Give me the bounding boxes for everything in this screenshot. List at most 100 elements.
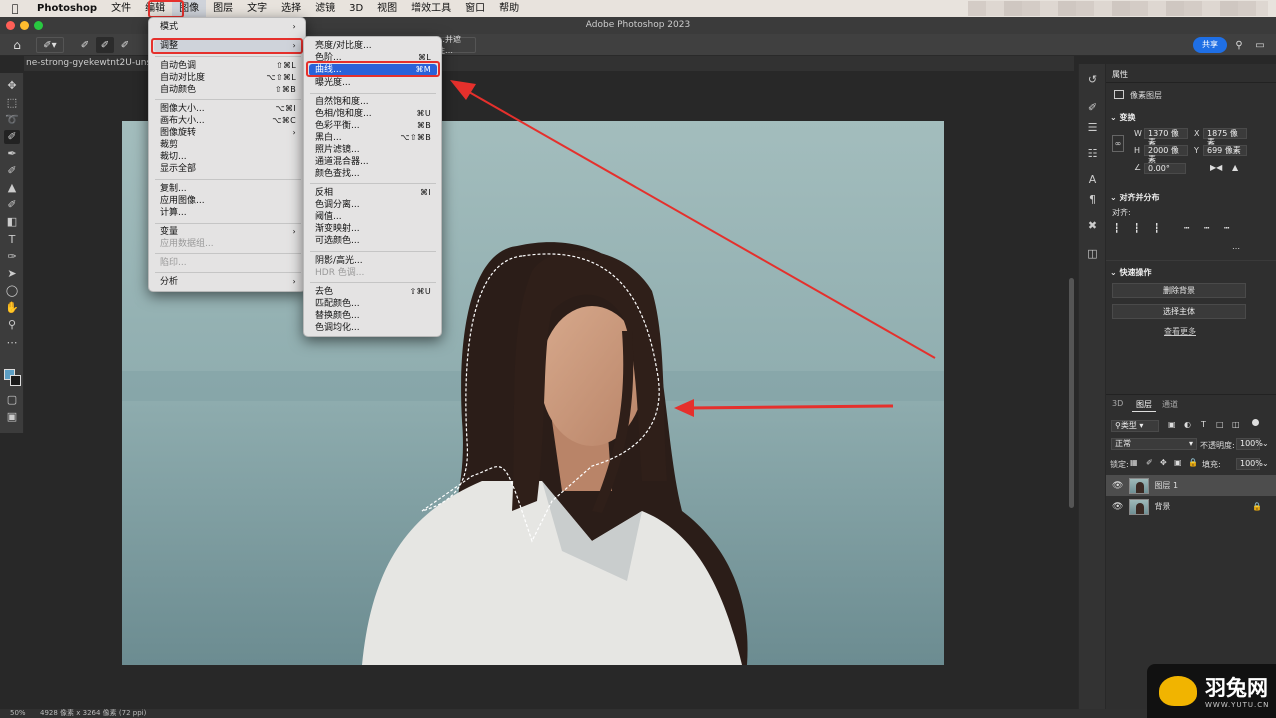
quick-actions-title[interactable]: ⌄ 快速操作 <box>1110 267 1152 278</box>
menu-item-auto-contrast[interactable]: 自动对比度 ⌥⇧⌘L <box>154 72 302 84</box>
filter-smart-icon[interactable]: ◫ <box>1232 420 1240 429</box>
layer-name[interactable]: 图层 1 <box>1154 480 1178 491</box>
tab-layers[interactable]: 图层 <box>1136 399 1152 410</box>
y-field[interactable]: 699 像素 <box>1203 145 1247 156</box>
menu-item-duplicate[interactable]: 复制... <box>154 183 302 195</box>
width-field[interactable]: 1370 像素 <box>1144 128 1188 147</box>
fill-field[interactable]: 100% <box>1236 458 1263 470</box>
menu-item-analysis[interactable]: 分析 › <box>154 276 302 288</box>
lock-image-icon[interactable]: ✐ <box>1146 458 1153 467</box>
layer-row-layer1[interactable]: 👁 图层 1 <box>1106 475 1276 496</box>
menu-item-curves[interactable]: 曲线... ⌘M <box>309 64 437 76</box>
transform-title[interactable]: ⌄ 变换 <box>1110 112 1136 123</box>
visibility-eye-icon[interactable]: 👁 <box>1112 481 1123 491</box>
filter-adjust-icon[interactable]: ◐ <box>1184 420 1191 429</box>
menu-item-equalize[interactable]: 色调均化... <box>309 322 437 334</box>
layer-row-background[interactable]: 👁 背景 🔒 <box>1106 496 1276 517</box>
menu-item-crop[interactable]: 裁剪 <box>154 139 302 151</box>
menu-item-auto-color[interactable]: 自动颜色 ⇧⌘B <box>154 84 302 96</box>
visibility-eye-icon[interactable]: 👁 <box>1112 502 1123 512</box>
menu-item-brightness-contrast[interactable]: 亮度/对比度... <box>309 40 437 52</box>
lock-artboard-icon[interactable]: ▣ <box>1174 458 1182 467</box>
x-field[interactable]: 1875 像素 <box>1203 128 1247 147</box>
tab-channels[interactable]: 通道 <box>1162 399 1178 410</box>
menu-item-adjustments[interactable]: 调整 › <box>154 40 302 52</box>
menu-item-exposure[interactable]: 曝光度... <box>309 77 437 89</box>
filter-toggle-icon[interactable] <box>1252 419 1259 426</box>
properties-tab[interactable]: 属性 <box>1112 69 1128 80</box>
brush-settings-icon[interactable]: ✐ <box>1084 100 1101 115</box>
menu-item-reveal-all[interactable]: 显示全部 <box>154 163 302 175</box>
menu-item-levels[interactable]: 色阶... ⌘L <box>309 52 437 64</box>
menu-item-canvas-size[interactable]: 画布大小... ⌥⌘C <box>154 115 302 127</box>
menu-item-variables[interactable]: 变量 › <box>154 226 302 238</box>
arrow-to-selection <box>687 404 894 410</box>
menu-item-replace-color[interactable]: 替换颜色... <box>309 310 437 322</box>
select-subject-button[interactable]: 选择主体 <box>1112 304 1246 319</box>
menu-item-selective-color[interactable]: 可选颜色... <box>309 235 437 247</box>
glyphs-panel-icon[interactable]: ◫ <box>1084 246 1101 261</box>
tab-3d[interactable]: 3D <box>1112 399 1123 408</box>
history-panel-icon[interactable]: ↺ <box>1084 72 1101 87</box>
flip-vertical-icon[interactable]: ▲ <box>1232 163 1238 172</box>
remove-background-button[interactable]: 删除背景 <box>1112 283 1246 298</box>
menu-item-hue-saturation[interactable]: 色相/饱和度... ⌘U <box>309 108 437 120</box>
properties-kind: 像素图层 <box>1130 91 1162 100</box>
flip-horizontal-icon[interactable]: ▶◀ <box>1210 163 1222 172</box>
menu-item-invert[interactable]: 反相 ⌘I <box>309 187 437 199</box>
lock-position-icon[interactable]: ✥ <box>1160 458 1167 467</box>
tools-options-icon[interactable]: ✖ <box>1084 218 1101 233</box>
menu-item-trap: 陷印... <box>160 258 187 268</box>
menu-item-calculations[interactable]: 计算... <box>154 207 302 219</box>
menu-item-desaturate[interactable]: 去色 ⇧⌘U <box>309 286 437 298</box>
filter-type-icon[interactable]: T <box>1201 420 1206 429</box>
menu-item-photo-filter[interactable]: 照片滤镜... <box>309 144 437 156</box>
lock-pixels-icon[interactable]: ▦ <box>1130 458 1138 467</box>
zoom-level[interactable]: 50% <box>10 709 26 718</box>
libraries-icon[interactable]: ☷ <box>1084 146 1101 161</box>
layer-name[interactable]: 背景 <box>1154 501 1170 512</box>
menu-item-gradient-map[interactable]: 渐变映射... <box>309 223 437 235</box>
menu-item-trim[interactable]: 裁切... <box>154 151 302 163</box>
lock-all-icon[interactable]: 🔒 <box>1188 458 1198 467</box>
align-distribute-title[interactable]: ⌄ 对齐并分布 <box>1110 192 1160 203</box>
opacity-dropdown-icon[interactable]: ⌄ <box>1262 439 1269 448</box>
menu-item-apply-data-set: 应用数据组... <box>160 239 214 249</box>
document-info[interactable]: 4928 像素 x 3264 像素 (72 ppi) <box>40 709 146 718</box>
menu-item-posterize[interactable]: 色调分离... <box>309 199 437 211</box>
menu-item-threshold[interactable]: 阈值... <box>309 211 437 223</box>
menu-item-mode[interactable]: 模式 › <box>154 21 302 33</box>
see-more-link[interactable]: 查看更多 <box>1164 326 1196 337</box>
align-top-icon[interactable]: ┅ <box>1184 224 1189 234</box>
menu-item-color-balance[interactable]: 色彩平衡... ⌘B <box>309 120 437 132</box>
menu-item-color-lookup[interactable]: 颜色查找... <box>309 168 437 180</box>
character-panel-icon[interactable]: A <box>1084 172 1101 187</box>
link-dimensions-icon[interactable]: ∞ <box>1112 135 1124 152</box>
align-bottom-icon[interactable]: ┅ <box>1224 224 1229 234</box>
menu-item-shadows-highlights[interactable]: 阴影/高光... <box>309 255 437 267</box>
menu-item-match-color[interactable]: 匹配颜色... <box>309 298 437 310</box>
menu-item-vibrance[interactable]: 自然饱和度... <box>309 96 437 108</box>
menu-item-apply-image[interactable]: 应用图像... <box>154 195 302 207</box>
fill-dropdown-icon[interactable]: ⌄ <box>1262 459 1269 468</box>
menu-item-channel-mixer[interactable]: 通道混合器... <box>309 156 437 168</box>
align-middle-v-icon[interactable]: ┅ <box>1204 224 1209 234</box>
menu-item-black-white[interactable]: 黑白... ⌥⇧⌘B <box>309 132 437 144</box>
adjustments-submenu: 亮度/对比度... 色阶... ⌘L 曲线... ⌘M 曝光度... 自然饱和度..… <box>303 36 442 337</box>
angle-field[interactable]: 0.00° <box>1144 163 1186 174</box>
height-field[interactable]: 2000 像素 <box>1144 145 1188 164</box>
adjustments-icon[interactable]: ☰ <box>1084 120 1101 135</box>
opacity-field[interactable]: 100% <box>1236 438 1263 450</box>
menu-item-auto-tone[interactable]: 自动色调 ⇧⌘L <box>154 60 302 72</box>
align-left-icon[interactable]: ┇ <box>1114 224 1119 234</box>
menu-item-image-rotation[interactable]: 图像旋转 › <box>154 127 302 139</box>
filter-pixel-icon[interactable]: ▣ <box>1168 420 1176 429</box>
menu-item-image-size[interactable]: 图像大小... ⌥⌘I <box>154 103 302 115</box>
filter-shape-icon[interactable]: □ <box>1216 420 1224 429</box>
layer-filter-select[interactable]: ⚲类型 ▾ <box>1111 420 1159 432</box>
align-center-h-icon[interactable]: ┇ <box>1134 224 1139 234</box>
paragraph-panel-icon[interactable]: ¶ <box>1084 192 1101 207</box>
blend-mode-select[interactable]: 正常 ▾ <box>1111 438 1197 450</box>
align-right-icon[interactable]: ┇ <box>1154 224 1159 234</box>
more-align-options-icon[interactable]: ⋯ <box>1232 244 1240 253</box>
